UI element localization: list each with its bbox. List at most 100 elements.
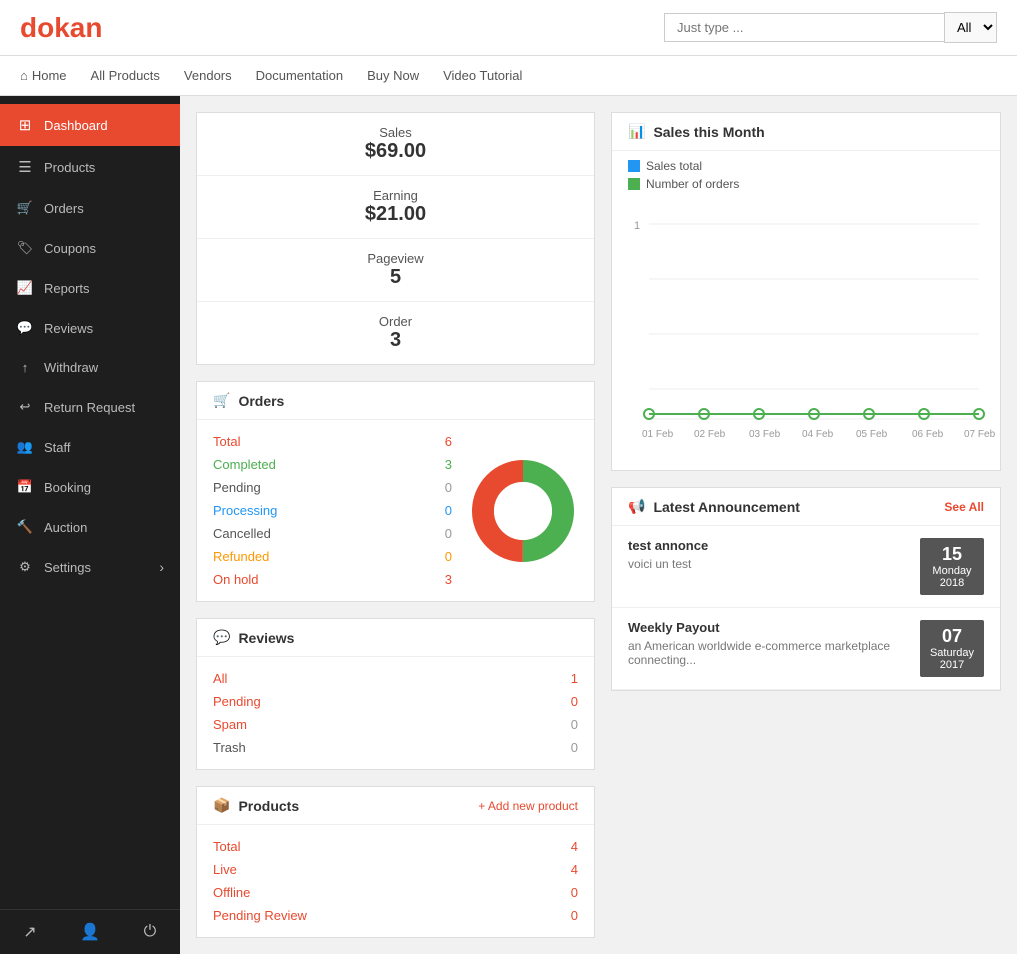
reviews-speech-icon: 💬	[213, 629, 230, 646]
see-all-link[interactable]: See All	[944, 500, 984, 514]
sidebar-item-label: Reports	[44, 281, 90, 296]
logo-suffix: kan	[54, 12, 102, 43]
sidebar-item-settings[interactable]: ⚙ Settings ›	[0, 547, 180, 587]
review-label: Pending	[213, 694, 261, 709]
logo-prefix: do	[20, 12, 54, 43]
announce-item-title: Weekly Payout	[628, 620, 908, 635]
sidebar-item-return-request[interactable]: ↩ Return Request	[0, 387, 180, 427]
order-label: Completed	[213, 457, 276, 472]
product-count: 4	[571, 862, 578, 877]
order-row-completed: Completed 3	[213, 453, 452, 476]
nav-item-buy-now[interactable]: Buy Now	[367, 68, 419, 83]
top-nav: ⌂ Home All Products Vendors Documentatio…	[0, 56, 1017, 96]
chart-legend: Sales total Number of orders	[612, 151, 1000, 195]
chart-header: 📊 Sales this Month	[612, 113, 1000, 151]
product-label: Offline	[213, 885, 250, 900]
announce-date-day: 07	[930, 626, 974, 647]
settings-arrow-icon: ›	[159, 559, 164, 575]
products-box-icon: 📦	[213, 797, 230, 814]
search-input[interactable]	[664, 13, 944, 42]
legend-label: Sales total	[646, 159, 702, 173]
svg-text:1: 1	[634, 220, 640, 232]
sidebar-footer: ↗ 👤 ⏻	[0, 909, 180, 954]
order-value: 3	[221, 329, 570, 352]
review-count: 0	[571, 740, 578, 755]
product-count: 4	[571, 839, 578, 854]
announce-header: 📢 Latest Announcement See All	[612, 488, 1000, 526]
svg-text:07 Feb: 07 Feb	[964, 429, 996, 440]
announce-date-dayname: Saturday	[930, 647, 974, 659]
nav-item-documentation[interactable]: Documentation	[256, 68, 343, 83]
order-count: 0	[445, 480, 452, 495]
earning-value: $21.00	[221, 203, 570, 226]
sidebar-item-label: Products	[44, 160, 95, 175]
sidebar-item-dashboard[interactable]: ⊞ Dashboard	[0, 104, 180, 146]
legend-number-orders: Number of orders	[628, 177, 984, 191]
nav-item-vendors[interactable]: Vendors	[184, 68, 232, 83]
search-select[interactable]: All	[944, 12, 997, 43]
sidebar-external-link-button[interactable]: ↗	[0, 910, 60, 954]
product-row-total: Total 4	[213, 835, 578, 858]
order-label: Processing	[213, 503, 277, 518]
sidebar-logout-button[interactable]: ⏻	[120, 910, 180, 954]
order-row-on-hold: On hold 3	[213, 568, 452, 591]
sidebar-item-label: Return Request	[44, 400, 135, 415]
sidebar-item-label: Auction	[44, 520, 87, 535]
sidebar-item-label: Withdraw	[44, 360, 98, 375]
announcement-item-1: test annonce voici un test 15 Monday 201…	[612, 526, 1000, 608]
sidebar-item-staff[interactable]: 👥 Staff	[0, 427, 180, 467]
sidebar-item-label: Staff	[44, 440, 71, 455]
announce-content-2: Weekly Payout an American worldwide e-co…	[628, 620, 908, 667]
sidebar-item-withdraw[interactable]: ↑ Withdraw	[0, 348, 180, 387]
sidebar-item-auction[interactable]: 🔨 Auction	[0, 507, 180, 547]
withdraw-icon: ↑	[16, 360, 34, 375]
sidebar-item-reports[interactable]: 📈 Reports	[0, 268, 180, 308]
logo: dokan	[20, 12, 102, 44]
orders-donut-chart	[468, 456, 578, 566]
sidebar-item-orders[interactable]: 🛒 Orders	[0, 188, 180, 228]
add-new-product-link[interactable]: + Add new product	[478, 799, 578, 813]
sales-chart-card: 📊 Sales this Month Sales total Number of…	[611, 112, 1001, 471]
nav-item-video-tutorial[interactable]: Video Tutorial	[443, 68, 522, 83]
order-stat: Order 3	[197, 302, 594, 364]
product-count: 0	[571, 885, 578, 900]
sidebar-item-label: Reviews	[44, 321, 93, 336]
review-count: 1	[571, 671, 578, 686]
sidebar-profile-button[interactable]: 👤	[60, 910, 120, 954]
sales-value: $69.00	[221, 140, 570, 163]
sales-label: Sales	[221, 125, 570, 140]
pageview-label: Pageview	[221, 251, 570, 266]
sidebar-item-booking[interactable]: 📅 Booking	[0, 467, 180, 507]
order-label: On hold	[213, 572, 259, 587]
staff-icon: 👥	[16, 439, 34, 455]
orders-list: Total 6 Completed 3 Pending 0 Processi	[213, 430, 452, 591]
order-label: Total	[213, 434, 240, 449]
orders-section-header: 🛒 Orders	[197, 382, 594, 420]
nav-item-all-products[interactable]: All Products	[91, 68, 160, 83]
sidebar-item-coupons[interactable]: 🏷 Coupons	[0, 228, 180, 268]
pageview-stat: Pageview 5	[197, 239, 594, 302]
review-row-spam: Spam 0	[213, 713, 578, 736]
order-label: Cancelled	[213, 526, 271, 541]
nav-item-home[interactable]: ⌂ Home	[20, 68, 67, 83]
announce-content-1: test annonce voici un test	[628, 538, 908, 571]
sidebar-item-products[interactable]: ☰ Products	[0, 146, 180, 188]
orders-section: 🛒 Orders Total 6 Completed 3	[196, 381, 595, 602]
order-count: 0	[445, 503, 452, 518]
svg-text:04 Feb: 04 Feb	[802, 429, 834, 440]
sidebar-item-reviews[interactable]: 💬 Reviews	[0, 308, 180, 348]
order-count: 3	[445, 572, 452, 587]
product-row-pending-review: Pending Review 0	[213, 904, 578, 927]
chart-title: Sales this Month	[653, 124, 764, 140]
legend-color-green	[628, 178, 640, 190]
right-column: 📊 Sales this Month Sales total Number of…	[611, 112, 1001, 938]
stats-card: Sales $69.00 Earning $21.00 Pageview 5 O…	[196, 112, 595, 365]
product-row-offline: Offline 0	[213, 881, 578, 904]
reviews-section-header: 💬 Reviews	[197, 619, 594, 657]
chart-body: 1	[612, 195, 1000, 470]
review-row-trash: Trash 0	[213, 736, 578, 759]
orders-icon: 🛒	[16, 200, 34, 216]
order-label: Pending	[213, 480, 261, 495]
products-icon: ☰	[16, 158, 34, 176]
announce-item-desc: an American worldwide e-commerce marketp…	[628, 639, 908, 667]
